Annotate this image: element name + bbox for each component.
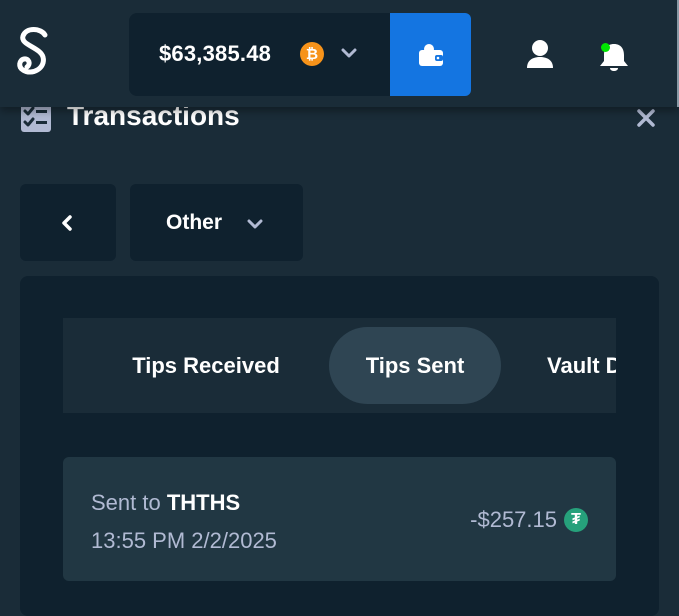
top-bar: $63,385.48 ₿ <box>0 0 679 107</box>
dropdown-selected-value: Other <box>166 211 223 234</box>
logo-icon[interactable] <box>14 26 54 78</box>
tabs-bar: Tips Received Tips Sent Vault D <box>63 318 616 413</box>
transaction-time: 13:55 PM 2/2/2025 <box>91 528 277 553</box>
balance-amount: $63,385.48 <box>159 41 272 66</box>
tab-vault[interactable]: Vault D <box>547 327 616 404</box>
tab-tips-sent[interactable]: Tips Sent <box>329 327 501 404</box>
wallet-icon <box>418 43 443 66</box>
back-button[interactable] <box>20 184 116 261</box>
chevron-left-icon <box>62 215 72 231</box>
user-icon[interactable] <box>520 38 560 72</box>
bitcoin-icon: ₿ <box>300 42 324 66</box>
chevron-down-icon <box>247 219 263 229</box>
transaction-recipient: Sent to THTHS <box>91 490 240 516</box>
checklist-icon <box>21 104 51 132</box>
transaction-type-dropdown[interactable]: Other <box>130 184 303 261</box>
transaction-item[interactable]: Sent to THTHS 13:55 PM 2/2/2025 -$257.15… <box>63 457 616 581</box>
tether-icon: ₮ <box>564 508 588 532</box>
transaction-prefix: Sent to <box>91 490 167 515</box>
transaction-username[interactable]: THTHS <box>167 490 240 515</box>
close-icon[interactable] <box>634 106 658 130</box>
wallet-button[interactable] <box>390 13 471 96</box>
notification-bell-icon[interactable] <box>594 40 634 74</box>
transaction-amount: -$257.15 <box>470 507 557 532</box>
tab-tips-received[interactable]: Tips Received <box>111 327 301 404</box>
online-status-dot <box>601 43 610 52</box>
chevron-down-icon[interactable] <box>341 47 357 59</box>
balance-selector[interactable]: $63,385.48 ₿ <box>129 13 391 96</box>
